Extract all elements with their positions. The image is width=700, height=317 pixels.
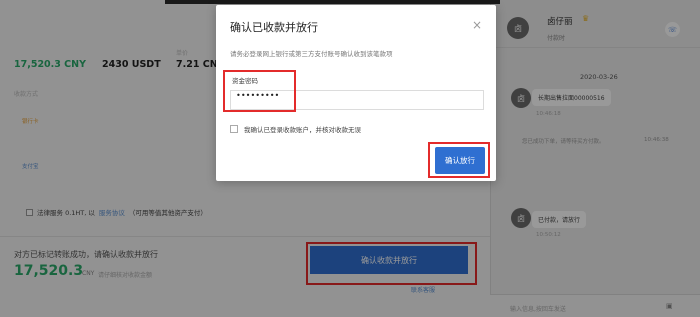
confirm-checkbox-label: 我确认已登录收款账户，并核对收款无误 bbox=[244, 126, 361, 134]
close-icon[interactable]: × bbox=[472, 18, 482, 32]
dialog-title: 确认已收款并放行 bbox=[230, 21, 318, 34]
confirm-checkbox-row: 我确认已登录收款账户，并核对收款无误 bbox=[230, 124, 361, 134]
confirm-checkbox[interactable] bbox=[230, 125, 238, 133]
highlight-password-field bbox=[223, 70, 296, 112]
dialog-description: 请务必登录网上银行或第三方支付账号确认收到该笔款项 bbox=[230, 50, 393, 58]
confirm-release-dialog: 确认已收款并放行 × 请务必登录网上银行或第三方支付账号确认收到该笔款项 资金密… bbox=[216, 5, 496, 181]
highlight-dialog-button bbox=[428, 142, 490, 178]
